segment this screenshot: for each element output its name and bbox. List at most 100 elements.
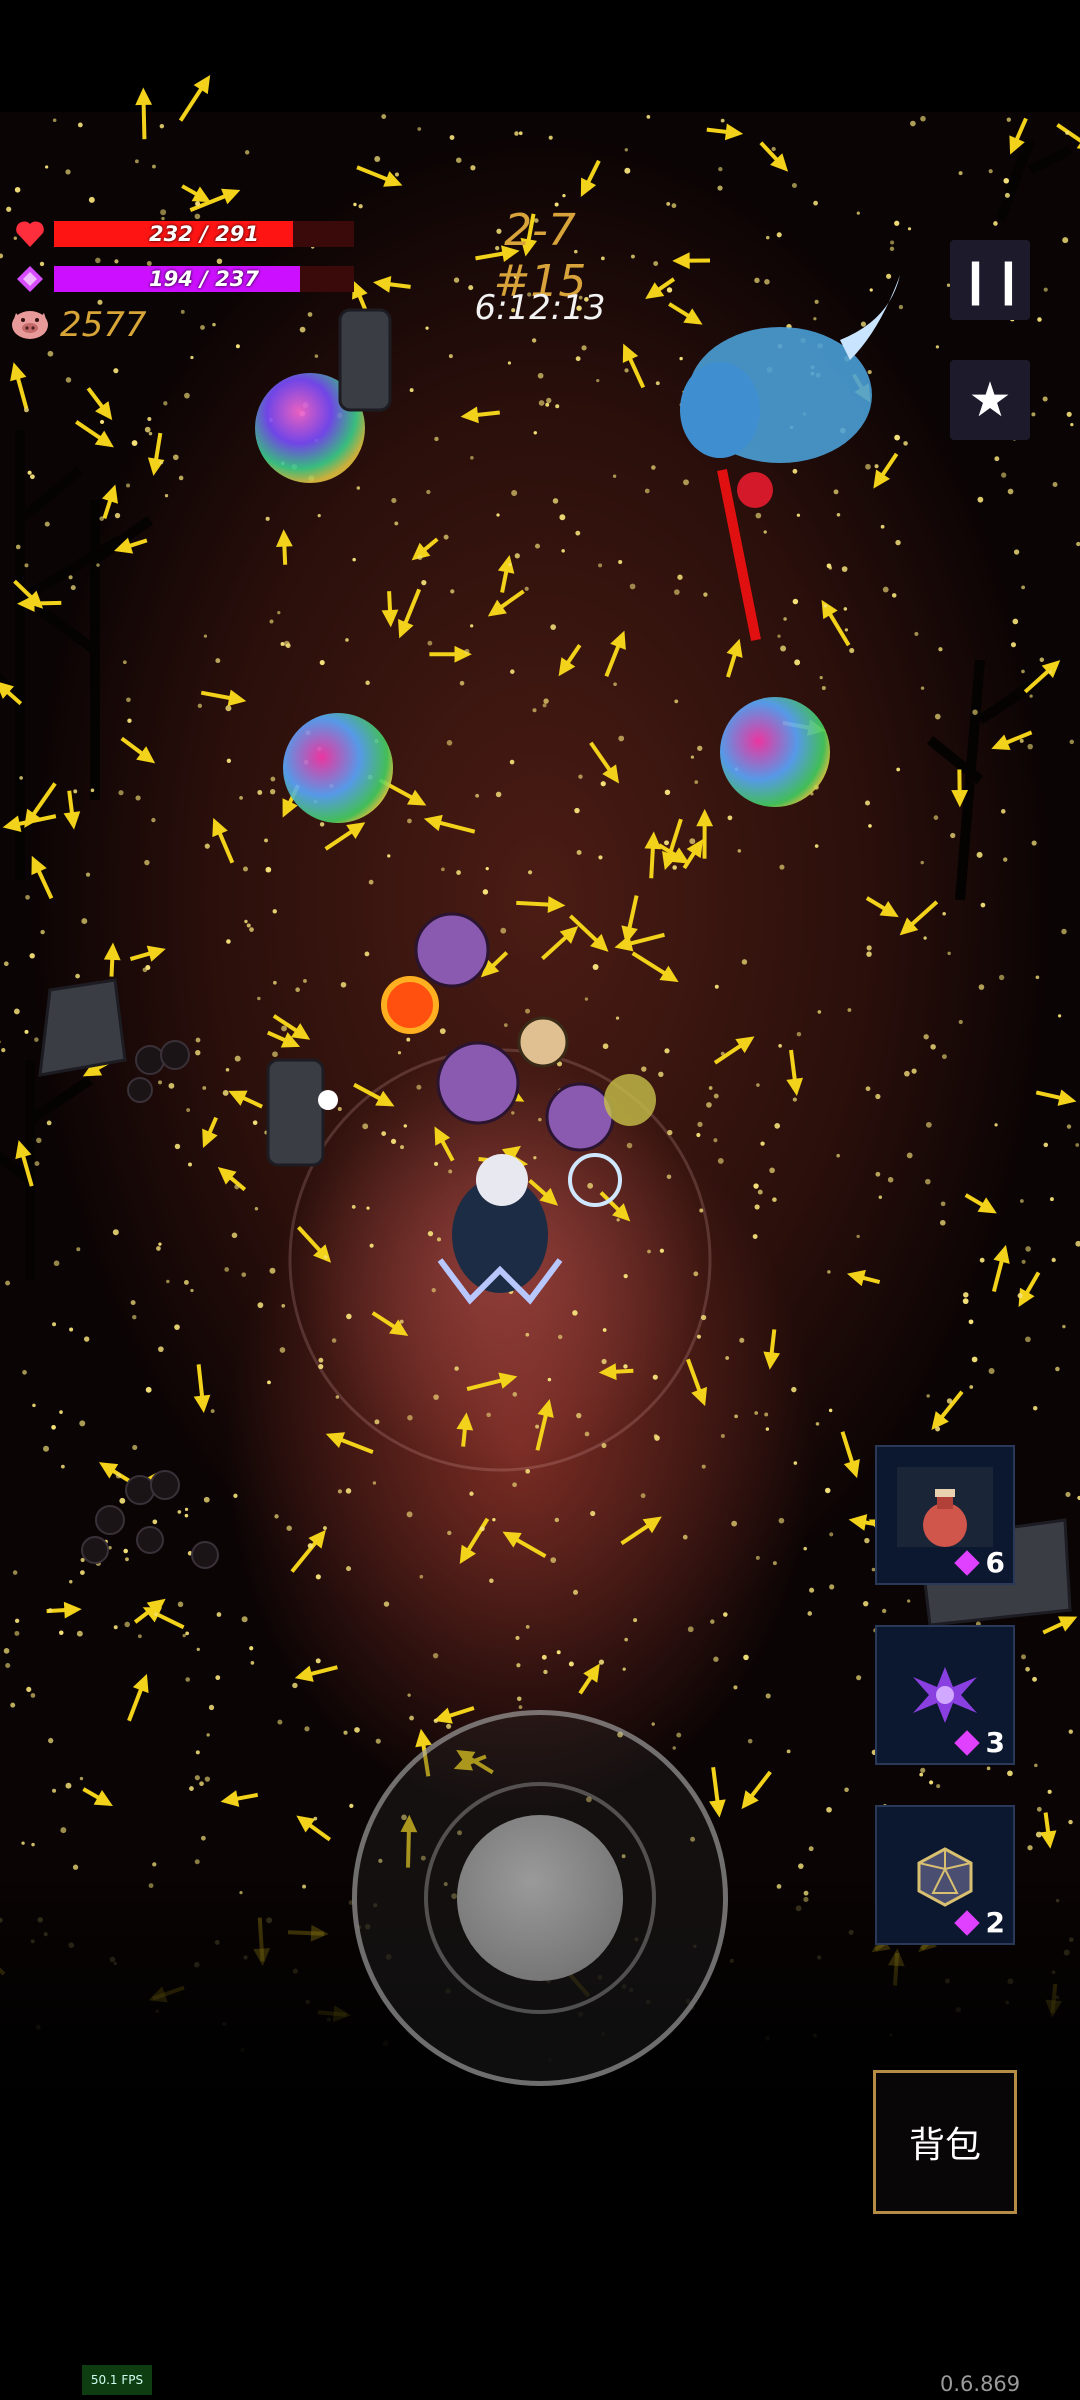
sparkle-dot bbox=[390, 1138, 397, 1144]
arrow-head bbox=[846, 1269, 866, 1287]
sparkle-dot bbox=[3, 961, 9, 967]
skill-slot-dice[interactable]: 2 bbox=[875, 1805, 1015, 1945]
sparkle-dot bbox=[226, 939, 231, 944]
sparkle-dot bbox=[683, 479, 689, 486]
sparkle-dot bbox=[391, 497, 397, 504]
sparkle-dot bbox=[717, 185, 723, 191]
sparkle-dot bbox=[919, 1772, 924, 1777]
skill-slot-shuriken[interactable]: 3 bbox=[875, 1625, 1015, 1765]
sparkle-dot bbox=[345, 1488, 352, 1494]
sparkle-dot bbox=[1062, 1324, 1066, 1329]
sparkle-dot bbox=[186, 1108, 191, 1112]
sparkle-dot bbox=[936, 1784, 941, 1789]
sparkle-dot bbox=[779, 864, 785, 870]
sparkle-dot bbox=[666, 287, 673, 293]
sparkle-dot bbox=[124, 1621, 130, 1628]
sparkle-dot bbox=[1057, 1014, 1062, 1018]
arrow-head bbox=[93, 1790, 113, 1807]
game-viewport[interactable]: 232 / 291 194 / 237 2577 2-7 #15 6:12:13… bbox=[0, 0, 1080, 2400]
sparkle-dot bbox=[601, 1358, 607, 1365]
sparkle-dot bbox=[249, 927, 254, 932]
pause-button[interactable]: ❙❙ bbox=[950, 240, 1030, 320]
sparkle-dot bbox=[235, 344, 240, 349]
sparkle-dot bbox=[83, 1336, 90, 1342]
sparkle-dot bbox=[1013, 549, 1020, 555]
sparkle-dot bbox=[132, 1315, 137, 1320]
arrow-head bbox=[502, 1531, 522, 1548]
sparkle-dot bbox=[273, 980, 277, 985]
sparkle-dot bbox=[602, 1328, 607, 1332]
sparkle-dot bbox=[1065, 130, 1070, 135]
sparkle-dot bbox=[130, 1300, 136, 1306]
sparkle-dot bbox=[349, 1803, 354, 1809]
sparkle-dot bbox=[264, 838, 269, 843]
sparkle-dot bbox=[115, 1473, 122, 1479]
sparkle-dot bbox=[584, 1431, 590, 1437]
sparkle-dot bbox=[887, 1176, 894, 1183]
sparkle-dot bbox=[978, 984, 985, 990]
arrow-head bbox=[1039, 1830, 1057, 1849]
yellow-spirit bbox=[604, 1074, 656, 1126]
sparkle-dot bbox=[979, 1257, 985, 1263]
sparkle-dot bbox=[439, 1028, 446, 1035]
sparkle-dot bbox=[747, 1738, 753, 1744]
sparkle-dot bbox=[875, 1171, 881, 1177]
sparkle-dot bbox=[601, 1443, 607, 1449]
sparkle-dot bbox=[453, 277, 460, 283]
sparkle-dot bbox=[993, 221, 998, 226]
sparkle-dot bbox=[455, 157, 462, 163]
sparkle-dot bbox=[246, 923, 251, 928]
sparkle-dot bbox=[249, 1646, 254, 1651]
sparkle-dot bbox=[598, 563, 603, 568]
sparkle-dot bbox=[624, 148, 629, 152]
sparkle-dot bbox=[1051, 1257, 1056, 1263]
sparkle-dot bbox=[432, 1652, 439, 1659]
sparkle-dot bbox=[319, 659, 325, 666]
arrow-head bbox=[10, 362, 27, 382]
rainbow-orb bbox=[283, 713, 393, 823]
sparkle-dot bbox=[829, 1584, 835, 1590]
sparkle-dot bbox=[508, 563, 512, 567]
glow-spark bbox=[318, 1090, 338, 1110]
sparkle-dot bbox=[958, 171, 963, 176]
sparkle-dot bbox=[947, 951, 951, 956]
arrow-head bbox=[786, 1077, 804, 1097]
sparkle-dot bbox=[374, 1419, 380, 1425]
arrow-head bbox=[407, 789, 427, 806]
sparkle-dot bbox=[177, 1601, 184, 1608]
sparkle-dot bbox=[433, 1161, 439, 1167]
sparkle-dot bbox=[1069, 739, 1075, 745]
sparkle-dot bbox=[90, 788, 95, 793]
arrow-head bbox=[228, 1090, 248, 1106]
sparkle-dot bbox=[76, 1630, 83, 1637]
sparkle-dot bbox=[352, 557, 356, 562]
backpack-button[interactable]: 背包 bbox=[873, 2070, 1017, 2214]
sparkle-dot bbox=[331, 1338, 337, 1343]
sparkle-dot bbox=[166, 1279, 170, 1284]
sparkle-dot bbox=[1021, 1259, 1026, 1264]
sparkle-dot bbox=[447, 1530, 452, 1536]
sparkle-dot bbox=[375, 1738, 381, 1744]
sparkle-dot bbox=[968, 1319, 974, 1325]
skill-cost: 3 bbox=[953, 1726, 1005, 1759]
game-timer: 6:12:13 bbox=[474, 288, 606, 328]
sparkle-dot bbox=[1039, 657, 1045, 662]
sparkle-dot bbox=[24, 407, 29, 413]
sparkle-dot bbox=[962, 1298, 969, 1305]
favorite-button[interactable]: ★ bbox=[950, 360, 1030, 440]
sparkle-dot bbox=[958, 1019, 963, 1025]
sparkle-dot bbox=[546, 397, 552, 404]
sparkle-dot bbox=[372, 1481, 377, 1485]
sparkle-dot bbox=[315, 1574, 321, 1580]
joystick-knob[interactable] bbox=[457, 1815, 623, 1981]
sparkle-dot bbox=[1003, 857, 1008, 862]
skill-slot-potion[interactable]: 6 bbox=[875, 1445, 1015, 1585]
sparkle-dot bbox=[823, 604, 827, 608]
sparkle-dot bbox=[25, 894, 30, 900]
skill-cost-value: 3 bbox=[985, 1726, 1005, 1759]
sparkle-dot bbox=[368, 879, 374, 885]
fps-counter: 50.1 FPS bbox=[82, 2365, 152, 2395]
sparkle-dot bbox=[815, 1422, 820, 1426]
sparkle-dot bbox=[47, 350, 54, 357]
sparkle-dot bbox=[629, 583, 636, 590]
